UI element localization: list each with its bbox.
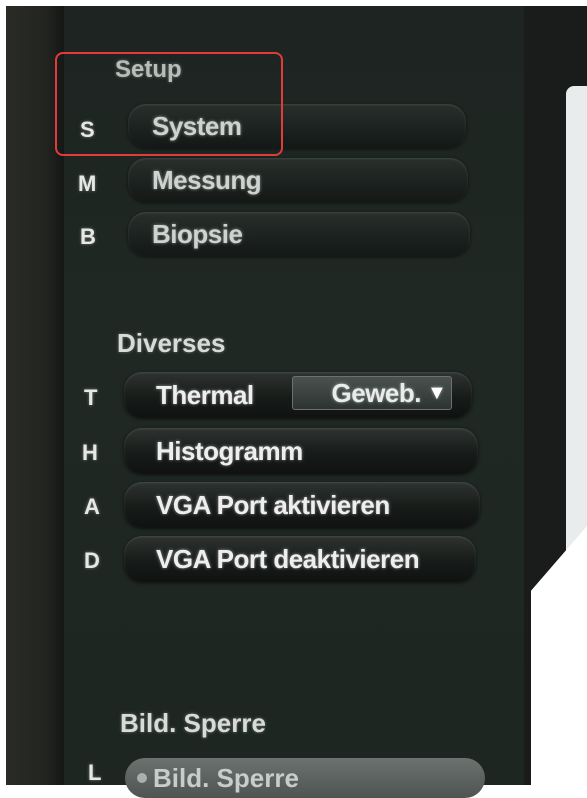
radio-dot-icon	[137, 773, 147, 783]
messung-button[interactable]: Messung	[128, 158, 468, 202]
bild-sperre-button-label: Bild. Sperre	[153, 762, 299, 793]
messung-button-label: Messung	[152, 164, 262, 195]
vga-port-deaktivieren-button[interactable]: VGA Port deaktivieren	[124, 536, 476, 582]
vga-port-aktivieren-label: VGA Port aktivieren	[156, 489, 390, 520]
histogramm-button-label: Histogramm	[156, 435, 303, 466]
biopsie-button[interactable]: Biopsie	[128, 212, 470, 256]
thermal-mode-select[interactable]: Geweb. ▼	[292, 376, 452, 410]
hotkey-m: M	[78, 171, 97, 196]
hotkey-l: L	[88, 760, 102, 785]
bild-sperre-section-title: Bild. Sperre	[120, 708, 266, 738]
screen-image-area	[566, 86, 587, 556]
thermal-button-label: Thermal	[156, 379, 254, 410]
hotkey-b: B	[80, 224, 96, 249]
hotkey-d: D	[84, 548, 100, 573]
system-highlight-box	[55, 52, 283, 156]
bild-sperre-button[interactable]: Bild. Sperre	[125, 758, 485, 798]
hotkey-t: T	[84, 385, 98, 410]
diverses-section-title: Diverses	[117, 328, 226, 358]
histogramm-button[interactable]: Histogramm	[124, 428, 478, 474]
thermal-mode-value: Geweb.	[331, 377, 422, 408]
vga-port-aktivieren-button[interactable]: VGA Port aktivieren	[124, 482, 480, 528]
vga-port-deaktivieren-label: VGA Port deaktivieren	[156, 543, 420, 574]
biopsie-button-label: Biopsie	[152, 218, 243, 249]
thermal-button[interactable]: Thermal Geweb. ▼	[124, 372, 472, 418]
hotkey-h: H	[82, 440, 98, 465]
triangle-down-icon[interactable]: ▼	[427, 383, 447, 403]
hotkey-a: A	[84, 494, 100, 519]
